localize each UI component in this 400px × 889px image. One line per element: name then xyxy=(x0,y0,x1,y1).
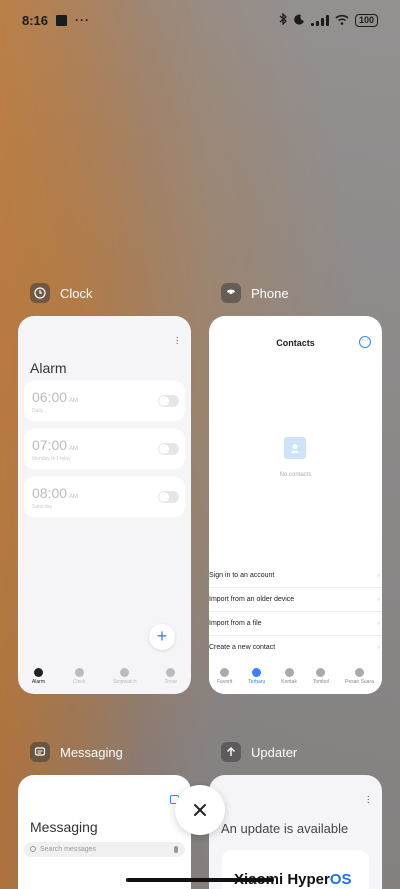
recent-card-phone[interactable]: Contacts ··· No contacts Sign in to an a… xyxy=(209,316,382,694)
alarm-toggle xyxy=(158,491,179,503)
nav-item-terbaru: Terbaru xyxy=(248,667,265,685)
status-bar: 8:16 ··· 100 xyxy=(0,0,400,40)
nav-item-alarm: Alarm xyxy=(32,667,45,685)
nav-item-favorit: Favorit xyxy=(217,667,232,685)
screen-title: An update is available xyxy=(221,821,349,836)
alarm-icon xyxy=(33,667,43,677)
screen-title: Contacts xyxy=(276,338,315,348)
search-bar: Search messages xyxy=(24,842,185,857)
dialpad-icon xyxy=(316,667,326,677)
alarm-time: 07:00 xyxy=(32,437,68,453)
app-name: Messaging xyxy=(60,744,123,760)
app-name: Phone xyxy=(251,285,289,301)
nav-item-stopwatch: Stopwatch xyxy=(113,667,137,685)
notification-icon xyxy=(56,14,68,26)
wifi-icon xyxy=(335,13,349,28)
chevron-right-icon: › xyxy=(377,644,380,651)
app-label-phone[interactable]: Phone xyxy=(221,283,289,303)
recent-card-clock[interactable]: · · · Alarm 06:00 AM Daily 07:00 AM Monday t… xyxy=(18,316,191,694)
screen-title: Messaging xyxy=(30,819,98,835)
alarm-ampm: AM xyxy=(69,494,79,500)
signal-icon xyxy=(310,14,329,26)
empty-state-text: No contacts xyxy=(279,472,312,478)
option-import-file: Import from a file › xyxy=(209,612,382,636)
recent-card-messaging[interactable]: Messaging Search messages xyxy=(18,775,191,889)
app-name: Updater xyxy=(251,744,298,760)
alarm-repeat: Monday to Friday xyxy=(32,456,71,462)
more-icon: · · · xyxy=(175,332,179,349)
clock-app-icon xyxy=(30,283,50,303)
phone-app-icon xyxy=(221,283,241,303)
more-icon: · · · xyxy=(366,791,370,808)
clock-icon xyxy=(74,667,84,677)
status-right: 100 xyxy=(279,11,378,28)
phone-bottom-nav: Favorit Terbaru Kontak Tombol Pesan Suar… xyxy=(209,658,382,694)
battery-indicator: 100 xyxy=(354,13,378,27)
home-indicator[interactable] xyxy=(126,878,274,882)
bluetooth-icon xyxy=(279,11,288,28)
messaging-app-icon xyxy=(30,742,50,762)
contact-placeholder-icon xyxy=(284,437,306,459)
clear-all-button[interactable] xyxy=(175,785,225,835)
alarm-toggle xyxy=(158,443,179,455)
timer-icon xyxy=(166,667,176,677)
search-placeholder: Search messages xyxy=(40,846,97,853)
stopwatch-icon xyxy=(120,667,130,677)
close-icon xyxy=(194,804,206,816)
app-label-clock[interactable]: Clock xyxy=(30,283,93,303)
screen-title: Alarm xyxy=(30,360,67,376)
alarm-repeat: Daily xyxy=(32,408,44,414)
alarm-item: 08:00 AM Saturday xyxy=(24,477,185,517)
option-import-device: Import from an older device › xyxy=(209,588,382,612)
option-create-contact: Create a new contact › xyxy=(209,636,382,660)
nav-item-kontak: Kontak xyxy=(281,667,297,685)
do-not-disturb-icon xyxy=(294,13,305,28)
status-left: 8:16 ··· xyxy=(22,13,90,28)
status-time: 8:16 xyxy=(22,12,49,28)
clock-bottom-nav: Alarm Clock Stopwatch Timer xyxy=(18,658,191,694)
nav-item-pesan-suara: Pesan Suara xyxy=(345,667,374,685)
app-label-updater[interactable]: Updater xyxy=(221,742,297,762)
nav-item-clock: Clock xyxy=(73,667,85,685)
alarm-ampm: AM xyxy=(69,446,79,452)
app-name: Clock xyxy=(60,285,93,301)
alarm-item: 06:00 AM Daily xyxy=(24,381,185,421)
star-icon xyxy=(220,667,230,677)
mic-icon xyxy=(174,846,178,853)
more-notifications-icon: ··· xyxy=(75,13,91,27)
chevron-right-icon: › xyxy=(377,572,380,579)
alarm-time: 08:00 xyxy=(32,485,68,501)
more-options-icon: ··· xyxy=(359,336,371,348)
alarm-item: 07:00 AM Monday to Friday xyxy=(24,429,185,469)
alarm-toggle xyxy=(158,395,179,407)
voicemail-icon xyxy=(354,667,364,677)
app-label-messaging[interactable]: Messaging xyxy=(30,742,123,762)
search-icon xyxy=(30,846,36,852)
recent-calls-icon xyxy=(252,667,262,677)
alarm-time: 06:00 xyxy=(32,389,68,405)
add-alarm-icon: + xyxy=(149,624,175,650)
alarm-ampm: AM xyxy=(69,398,79,404)
option-sign-in: Sign in to an account › xyxy=(209,564,382,588)
alarm-repeat: Saturday xyxy=(32,504,53,510)
updater-app-icon xyxy=(221,742,241,762)
chevron-right-icon: › xyxy=(377,596,380,603)
nav-item-tombol: Tombol xyxy=(313,667,329,685)
chevron-right-icon: › xyxy=(377,620,380,627)
person-icon xyxy=(284,667,294,677)
nav-item-timer: Timer xyxy=(164,667,177,685)
